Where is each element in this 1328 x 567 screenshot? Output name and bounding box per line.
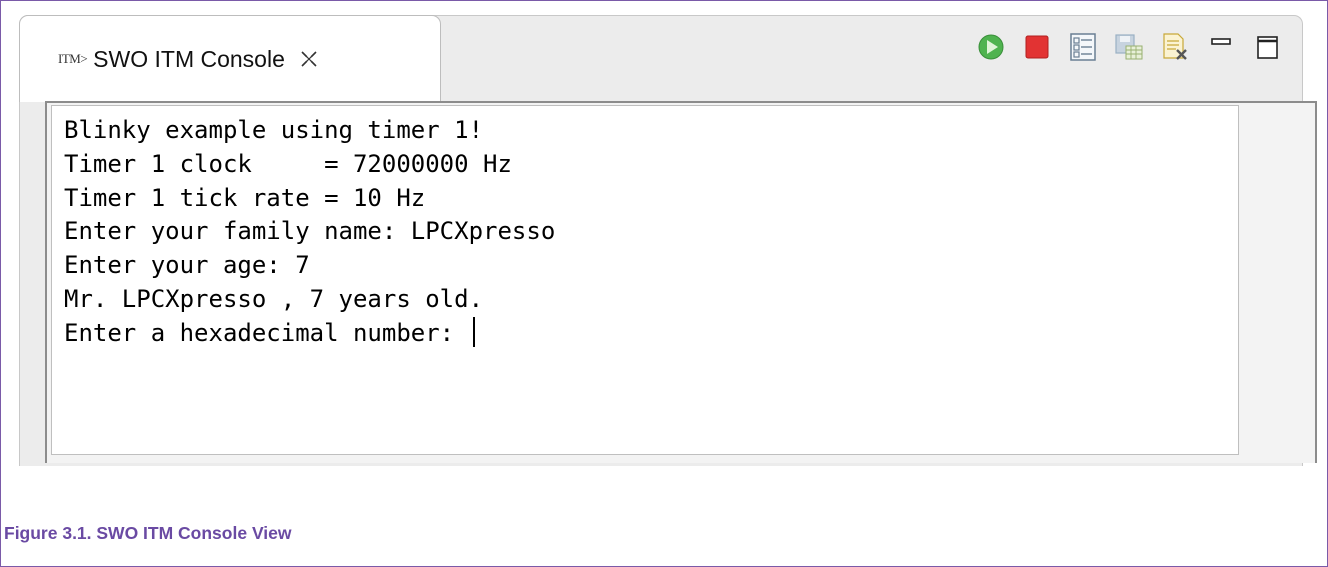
save-table-icon[interactable]: [1113, 31, 1145, 63]
close-icon[interactable]: [299, 49, 319, 69]
console-line: Timer 1 clock = 72000000 Hz: [64, 149, 512, 178]
figure-caption: Figure 3.1. SWO ITM Console View: [4, 523, 292, 543]
minimize-icon[interactable]: [1205, 31, 1237, 63]
tab-title: SWO ITM Console: [93, 45, 285, 72]
console-prompt: Enter a hexadecimal number:: [64, 318, 469, 347]
toolbar: [975, 29, 1283, 65]
console-line: Enter your age: 7: [64, 251, 310, 280]
text-cursor: [472, 316, 475, 347]
itm-icon: ITM>: [58, 51, 88, 66]
clear-icon[interactable]: [1159, 31, 1191, 63]
console-line: Timer 1 tick rate = 10 Hz: [64, 183, 426, 212]
console-line: Blinky example using timer 1!: [64, 116, 484, 144]
console-line: Mr. LPCXpresso , 7 years old.: [64, 284, 484, 313]
maximize-icon[interactable]: [1251, 31, 1283, 63]
settings-list-icon[interactable]: [1067, 31, 1099, 63]
console-input-line[interactable]: Enter a hexadecimal number:: [64, 316, 1226, 351]
stop-icon[interactable]: [1021, 31, 1053, 63]
figure-frame: ITM> SWO ITM Console Blinky example usin…: [0, 0, 1328, 567]
console-line: Enter your family name: LPCXpresso: [64, 217, 556, 246]
tab-swo-itm-console[interactable]: ITM> SWO ITM Console: [19, 15, 441, 102]
console-output[interactable]: Blinky example using timer 1! Timer 1 cl…: [51, 105, 1239, 455]
run-icon[interactable]: [975, 31, 1007, 63]
